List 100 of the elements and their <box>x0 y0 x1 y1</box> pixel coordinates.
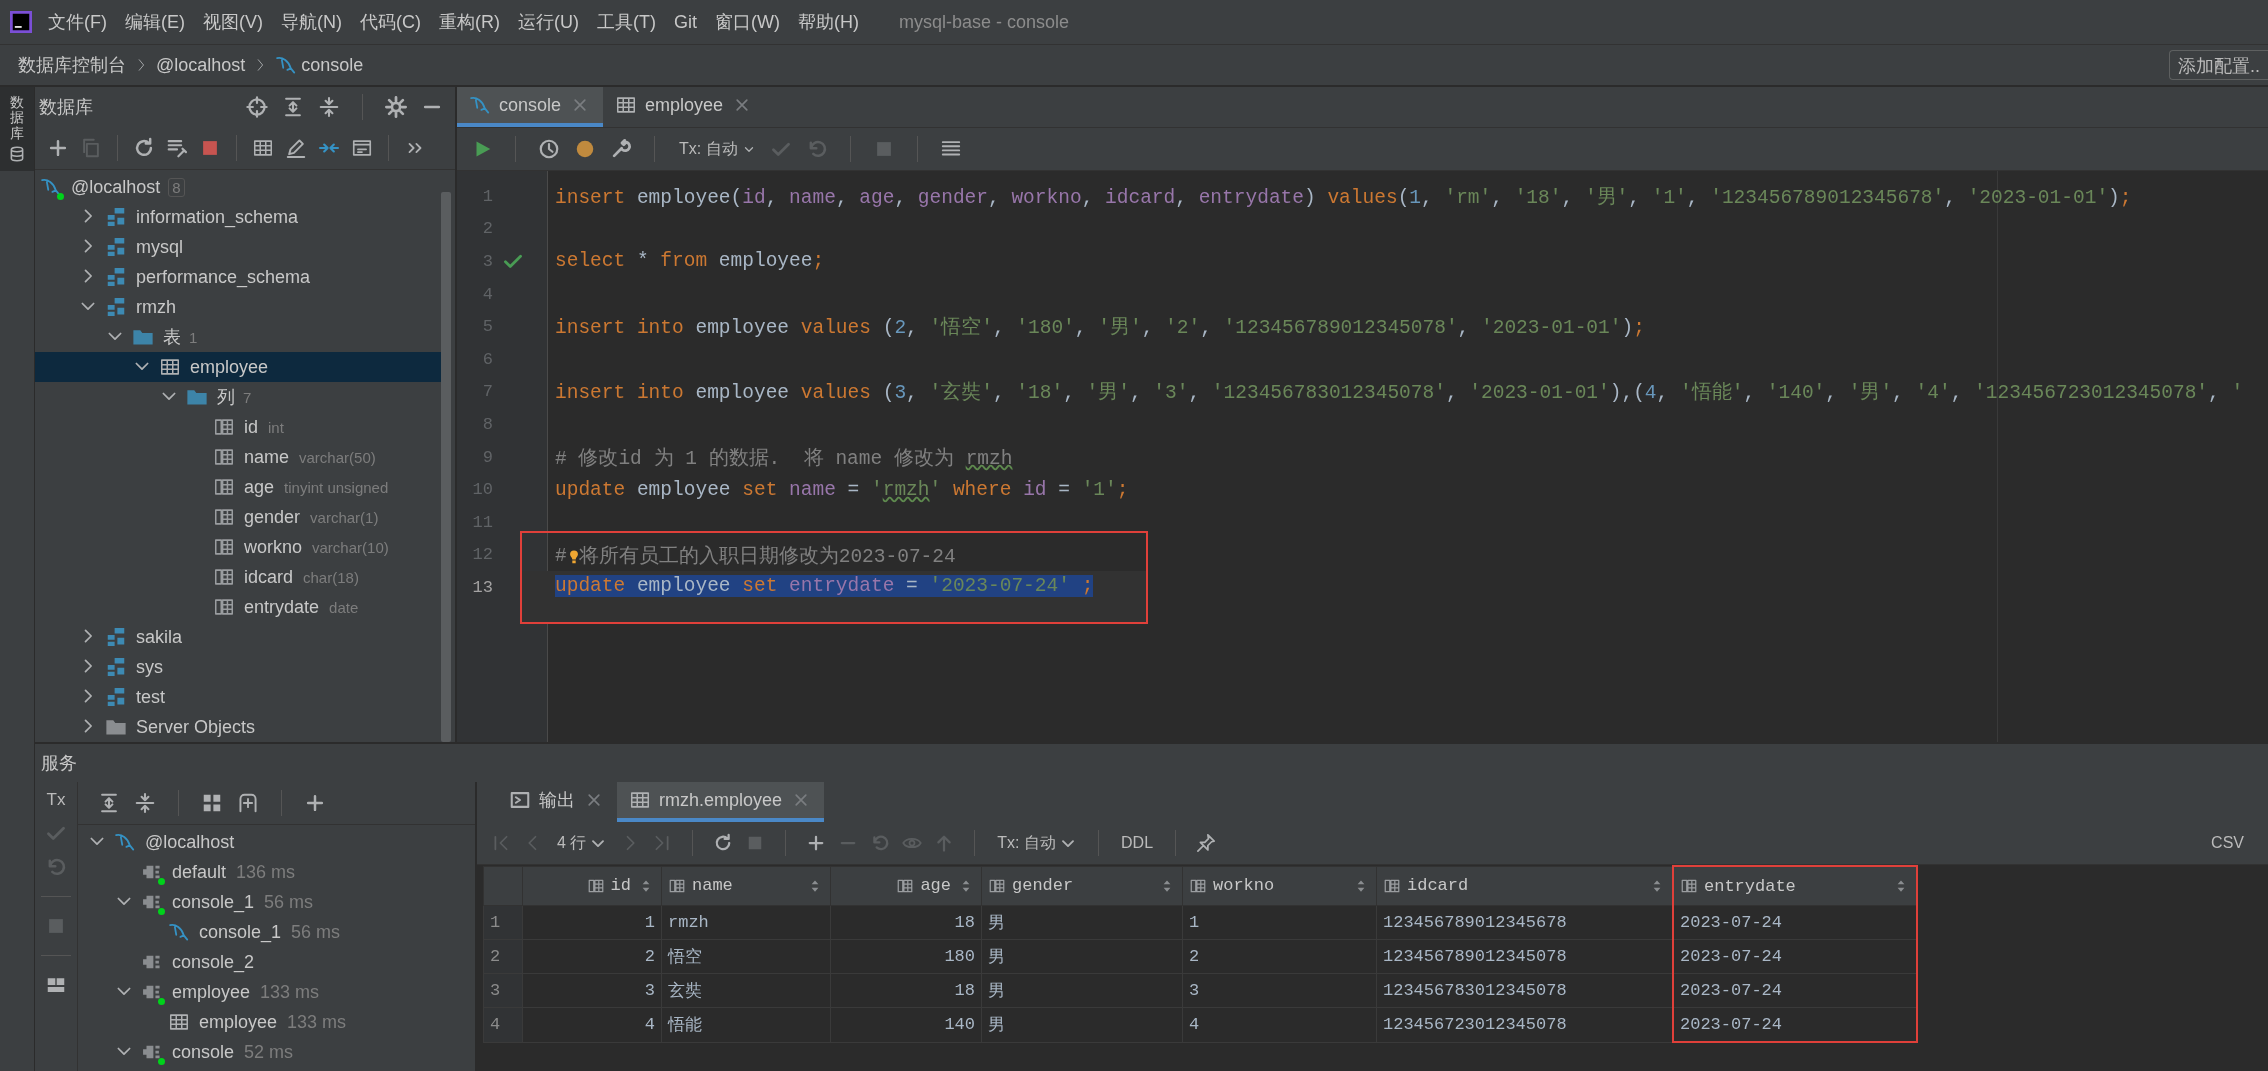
tree-row[interactable]: console_1 56 ms <box>78 887 475 917</box>
transaction-mode-dropdown[interactable]: Tx: 自动 <box>677 138 740 160</box>
tree-row[interactable]: information_schema <box>35 202 441 232</box>
menu-item[interactable]: 运行(U) <box>518 10 579 34</box>
code-text: # <box>555 544 567 567</box>
result-tab[interactable]: rmzh.employee <box>617 782 825 822</box>
code-text: select * from employee; <box>555 250 825 273</box>
table-cell: 2023-07-24 <box>1673 973 1917 1008</box>
menu-item[interactable]: 编辑(E) <box>125 10 185 34</box>
menu-item[interactable]: 视图(V) <box>203 10 263 34</box>
tree-label: information_schema <box>136 206 299 228</box>
menu-item[interactable]: 导航(N) <box>281 10 342 34</box>
menu-item[interactable]: 工具(T) <box>597 10 656 34</box>
duration: 133 ms <box>287 1011 347 1033</box>
tree-row[interactable]: performance_schema <box>35 262 441 292</box>
column-header[interactable]: workno <box>1182 866 1377 906</box>
breadcrumb-item[interactable]: @localhost <box>156 54 246 76</box>
transaction-mode-button[interactable]: Tx <box>46 790 66 810</box>
add-configuration-button[interactable]: 添加配置.. <box>2169 50 2268 80</box>
tree-row[interactable]: name varchar(50) <box>35 442 441 472</box>
table-cell: 悟能 <box>661 1007 831 1042</box>
side-tab-label: 数据库 <box>10 95 24 142</box>
transaction-mode-dropdown[interactable]: Tx: 自动 <box>995 832 1058 854</box>
table-cell: 3 <box>1182 973 1377 1008</box>
table-cell: 悟空 <box>661 939 831 974</box>
column-header[interactable]: name <box>661 866 831 906</box>
table-cell: 2023-07-24 <box>1673 1007 1917 1042</box>
tree-label: rmzh <box>136 296 176 318</box>
tree-row[interactable]: age tinyint unsigned <box>35 472 441 502</box>
tree-row[interactable]: default 136 ms <box>78 857 475 887</box>
tree-row[interactable]: employee 133 ms <box>78 1007 475 1037</box>
column-type: tinyint unsigned <box>284 478 389 496</box>
tree-row[interactable]: 列 7 <box>35 382 441 412</box>
code-text: insert employee(id, name, age, gender, workno, idcard, entrydate) values(1, 'rm', '18', '男', '1', '123456789012345678', '2023-01-01'); <box>555 185 2132 210</box>
tree-row[interactable]: sakila <box>35 622 441 652</box>
menu-item[interactable]: 重构(R) <box>439 10 500 34</box>
menu-item[interactable]: 文件(F) <box>48 10 107 34</box>
tree-row[interactable]: gender varchar(1) <box>35 502 441 532</box>
tree-row[interactable]: id int <box>35 412 441 442</box>
table-cell: 1 <box>1182 905 1377 940</box>
table-cell: 1 <box>522 905 662 940</box>
tree-row[interactable]: @localhost 8 <box>35 172 441 202</box>
tree-label: test <box>136 686 165 708</box>
column-type: date <box>329 598 359 616</box>
tree-label: default <box>172 861 227 883</box>
tree-row[interactable]: entrydate date <box>35 592 441 622</box>
side-tab[interactable]: 数据库 <box>0 87 34 172</box>
tree-label: performance_schema <box>136 266 311 288</box>
tree-row[interactable]: test <box>35 682 441 712</box>
tree-label: @localhost <box>71 176 161 198</box>
table-cell: 2023-07-24 <box>1673 905 1917 940</box>
column-type: int <box>268 418 284 436</box>
selected-tree-row[interactable]: employee <box>35 352 441 382</box>
column-header[interactable]: gender <box>981 866 1183 906</box>
tree-row[interactable]: 表 1 <box>35 322 441 352</box>
tree-label: sys <box>136 656 163 678</box>
breadcrumb-item[interactable]: console <box>301 54 364 76</box>
ddl-button[interactable]: DDL <box>1119 834 1156 852</box>
tree-row[interactable]: rmzh <box>35 292 441 322</box>
breadcrumb-item[interactable]: 数据库控制台 <box>18 53 126 77</box>
row-count-dropdown[interactable]: 4 行 <box>555 832 589 854</box>
column-name: idcard <box>1407 876 1469 896</box>
tree-row[interactable]: employee 133 ms <box>78 977 475 1007</box>
tree-row[interactable]: console_1 56 ms <box>78 917 475 947</box>
column-name: name <box>692 876 733 896</box>
table-cell: 男 <box>981 905 1183 940</box>
column-type: varchar(10) <box>312 538 389 556</box>
tree-row[interactable]: @localhost <box>78 827 475 857</box>
menu-item[interactable]: 代码(C) <box>360 10 421 34</box>
tree-row[interactable]: Server Objects <box>35 712 441 742</box>
tree-row[interactable]: sys <box>35 652 441 682</box>
tree-label: 表 <box>163 326 181 349</box>
column-header[interactable]: age <box>830 866 982 906</box>
column-name: workno <box>1213 876 1275 896</box>
tree-label: console_1 <box>172 891 255 913</box>
menu-item[interactable]: Git <box>673 11 697 33</box>
column-header[interactable]: idcard <box>1376 866 1673 906</box>
tree-row[interactable]: workno varchar(10) <box>35 532 441 562</box>
editor-tab[interactable]: console <box>457 87 604 127</box>
line-number: 13 <box>471 577 493 597</box>
code-text: insert into employee values (3, '玄奘', '18', '男', '3', '123456783012345078', '2023-01-01'),(4, '悟能', '140', '男', '4', '123456723012345078', ' <box>555 380 2244 406</box>
menu-item[interactable]: 窗口(W) <box>715 10 780 34</box>
tree-row[interactable]: mysql <box>35 232 441 262</box>
duration: 52 ms <box>244 1041 294 1063</box>
tree-row[interactable]: idcard char(18) <box>35 562 441 592</box>
export-format-button[interactable]: CSV <box>2209 834 2246 852</box>
table-cell: 180 <box>830 939 982 974</box>
row-number: 3 <box>483 973 523 1008</box>
tree-label: employee <box>190 356 269 378</box>
result-tab[interactable]: 输出 <box>497 782 617 822</box>
tree-row[interactable]: console_2 <box>78 947 475 977</box>
column-name: entrydate <box>1704 876 1796 896</box>
menu-item[interactable]: 帮助(H) <box>797 10 859 34</box>
column-header[interactable]: entrydate <box>1673 866 1917 906</box>
table-cell: 4 <box>1182 1007 1377 1042</box>
editor-tab[interactable]: employee <box>603 87 766 127</box>
column-name: age <box>920 876 951 896</box>
column-header[interactable]: id <box>522 866 662 906</box>
tree-row[interactable]: console 52 ms <box>78 1037 475 1067</box>
panel-title: 服务 <box>41 752 77 775</box>
